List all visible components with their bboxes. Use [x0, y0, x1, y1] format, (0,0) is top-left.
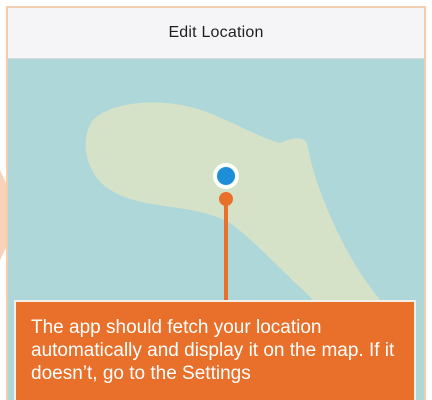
page-title: Edit Location: [168, 24, 264, 41]
screenshot-stage: Edit Location The app should fetch your …: [0, 0, 432, 400]
location-dot-icon[interactable]: [213, 163, 239, 189]
navigation-bar: Edit Location: [8, 8, 424, 59]
instruction-callout: The app should fetch your location autom…: [14, 300, 416, 400]
callout-pointer-dot: [219, 192, 233, 206]
